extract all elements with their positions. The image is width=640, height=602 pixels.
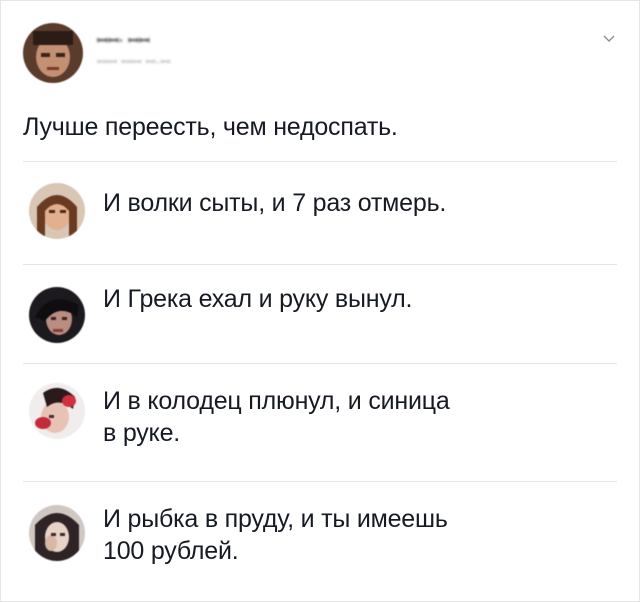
divider [23, 481, 617, 482]
tweet-text: Лучше переесть, чем недоспать. [23, 113, 398, 141]
reply-avatar[interactable] [29, 505, 85, 561]
reply-item[interactable]: И Грека ехал и руку вынул. [23, 271, 619, 361]
reply-item[interactable]: И в колодец плюнул, и синица в руке. [23, 371, 619, 477]
reply-item[interactable]: И рыбка в пруду, и ты имеешь 100 рублей. [23, 489, 619, 595]
chevron-down-icon[interactable] [601, 31, 617, 47]
author-name[interactable]: ꟷꟷ· ꟷꟷ [97, 31, 150, 49]
divider [23, 161, 617, 162]
reply-avatar[interactable] [29, 183, 85, 239]
reply-text: И рыбка в пруду, и ты имеешь 100 рублей. [103, 505, 448, 565]
divider [23, 264, 617, 265]
author-handle: ꟷꟷ ꟷꟷ ꟷ·ꟷ [97, 55, 171, 69]
reply-text: И в колодец плюнул, и синица в руке. [103, 387, 450, 447]
tweet-header: ꟷꟷ· ꟷꟷ ꟷꟷ ꟷꟷ ꟷ·ꟷ [21, 23, 621, 89]
divider [23, 363, 617, 364]
reply-avatar[interactable] [29, 383, 85, 439]
author-info: ꟷꟷ· ꟷꟷ ꟷꟷ ꟷꟷ ꟷ·ꟷ [97, 31, 297, 71]
reply-text: И волки сыты, и 7 раз отмерь. [103, 189, 447, 217]
author-avatar[interactable] [23, 23, 83, 83]
reply-text: И Грека ехал и руку вынул. [103, 285, 413, 313]
reply-avatar[interactable] [29, 287, 85, 343]
tweet-card: ꟷꟷ· ꟷꟷ ꟷꟷ ꟷꟷ ꟷ·ꟷ Лучше переесть, чем нед… [0, 0, 640, 602]
reply-item[interactable]: И волки сыты, и 7 раз отмерь. [23, 169, 619, 261]
